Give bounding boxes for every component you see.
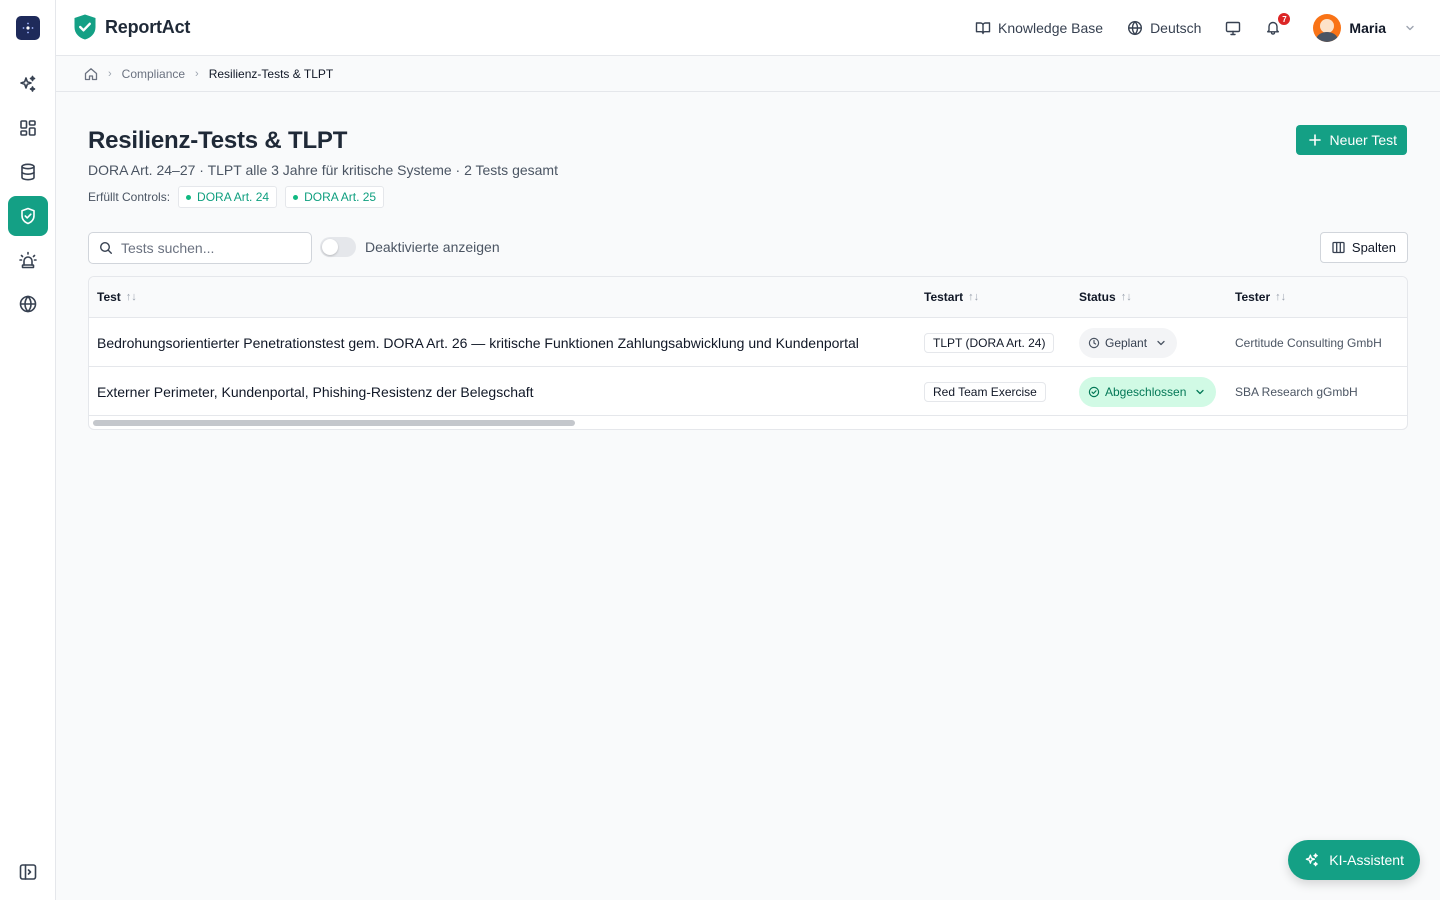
column-header-test[interactable]: Test ↑↓ xyxy=(97,290,137,304)
breadcrumb-compliance[interactable]: Compliance xyxy=(122,67,185,81)
columns-label: Spalten xyxy=(1351,240,1396,255)
sidebar-item-dashboard[interactable] xyxy=(8,108,48,148)
panel-toggle-icon xyxy=(19,864,37,880)
table-row[interactable]: Bedrohungsorientierter Penetrationstest … xyxy=(89,318,1407,367)
column-header-status[interactable]: Status ↑↓ xyxy=(1079,290,1132,304)
book-icon xyxy=(975,22,991,35)
top-bar: ReportAct Knowledge Base Deutsch 7 Maria xyxy=(56,0,1440,56)
sidebar-item-compliance[interactable] xyxy=(8,196,48,236)
show-inactive-label: Deaktivierte anzeigen xyxy=(365,239,500,255)
control-chip-dora-24[interactable]: DORA Art. 24 xyxy=(178,186,278,208)
test-name[interactable]: Bedrohungsorientierter Penetrationstest … xyxy=(97,318,859,367)
test-type-badge: Red Team Exercise xyxy=(924,381,1046,402)
brand-name: ReportAct xyxy=(105,16,191,37)
user-name: Maria xyxy=(1349,20,1386,36)
status-dropdown[interactable]: Geplant xyxy=(1079,327,1178,358)
fulfilled-controls: Erfüllt Controls: DORA Art. 24 DORA Art.… xyxy=(88,186,385,208)
avatar xyxy=(1313,14,1342,42)
chevron-down-icon xyxy=(1157,340,1165,345)
tests-table: Test ↑↓ Testart ↑↓ Status ↑↓ Tester ↑↓ Bedro… xyxy=(88,276,1408,430)
sidebar-rail xyxy=(0,0,56,900)
sort-icon: ↑↓ xyxy=(1120,291,1132,303)
dashboard-icon xyxy=(20,120,36,136)
test-name[interactable]: Externer Perimeter, Kundenportal, Phishi… xyxy=(97,367,534,416)
test-type-badge: TLPT (DORA Art. 24) xyxy=(924,332,1055,353)
table-header: Test ↑↓ Testart ↑↓ Status ↑↓ Tester ↑↓ xyxy=(89,277,1407,318)
sidebar-item-ai[interactable] xyxy=(8,64,48,104)
knowledge-base-link[interactable]: Knowledge Base xyxy=(975,20,1103,36)
ai-assistant-label: KI-Assistent xyxy=(1329,852,1404,868)
notifications-button[interactable]: 7 xyxy=(1265,12,1292,37)
home-icon[interactable] xyxy=(84,67,98,81)
table-row[interactable]: Externer Perimeter, Kundenportal, Phishi… xyxy=(89,367,1407,416)
workspace-logo[interactable] xyxy=(16,16,40,40)
search-box xyxy=(88,232,312,264)
status-label: Abgeschlossen xyxy=(1105,384,1187,399)
breadcrumb-current: Resilienz-Tests & TLPT xyxy=(208,66,334,81)
search-icon xyxy=(99,241,112,254)
plus-icon xyxy=(1308,134,1321,146)
sort-icon: ↑↓ xyxy=(968,291,980,303)
chevron-down-icon xyxy=(1406,25,1414,31)
status-dot xyxy=(293,194,299,200)
collapse-sidebar-button[interactable] xyxy=(16,860,40,884)
control-chip-label: DORA Art. 25 xyxy=(304,190,377,204)
sort-icon: ↑↓ xyxy=(125,291,137,303)
language-selector[interactable]: Deutsch xyxy=(1127,20,1201,36)
column-header-label: Testart xyxy=(924,290,964,304)
column-header-label: Status xyxy=(1079,290,1116,304)
brand[interactable]: ReportAct xyxy=(74,14,190,40)
columns-icon xyxy=(1332,241,1345,254)
sparkles-icon xyxy=(20,75,36,92)
database-icon xyxy=(21,163,35,181)
page-subtitle: DORA Art. 24–27 · TLPT alle 3 Jahre für … xyxy=(88,162,558,178)
status-dropdown[interactable]: Abgeschlossen xyxy=(1079,376,1217,407)
ai-assistant-button[interactable]: KI-Assistent xyxy=(1288,840,1420,880)
show-inactive-toggle-group: Deaktivierte anzeigen xyxy=(320,237,500,257)
sparkles-icon xyxy=(1306,853,1319,867)
sidebar-item-incidents[interactable] xyxy=(8,240,48,280)
brand-shield-icon xyxy=(74,14,96,40)
breadcrumb-separator: › xyxy=(195,67,199,80)
sort-icon: ↑↓ xyxy=(1275,291,1287,303)
check-circle-icon xyxy=(1088,386,1100,397)
control-chip-dora-25[interactable]: DORA Art. 25 xyxy=(285,186,385,208)
new-test-label: Neuer Test xyxy=(1329,132,1397,148)
globe-icon xyxy=(1128,20,1143,36)
atom-icon xyxy=(22,22,34,34)
monitor-icon xyxy=(1226,21,1241,36)
sidebar-item-global[interactable] xyxy=(8,284,48,324)
globe-icon xyxy=(19,295,37,313)
controls-label: Erfüllt Controls: xyxy=(88,190,171,204)
breadcrumb: › Compliance › Resilienz-Tests & TLPT xyxy=(56,56,1440,92)
knowledge-base-label: Knowledge Base xyxy=(997,20,1104,36)
column-header-label: Tester xyxy=(1235,290,1271,304)
search-input[interactable] xyxy=(121,240,301,256)
breadcrumb-separator: › xyxy=(108,67,112,80)
notification-count-badge: 7 xyxy=(1277,12,1292,26)
tester-name: SBA Research gGmbH xyxy=(1235,384,1358,399)
columns-button[interactable]: Spalten xyxy=(1319,232,1408,263)
page-title: Resilienz-Tests & TLPT xyxy=(88,127,348,154)
sidebar-item-data[interactable] xyxy=(8,152,48,192)
user-menu[interactable]: Maria xyxy=(1313,14,1416,42)
siren-icon xyxy=(19,251,37,269)
column-header-label: Test xyxy=(97,290,121,304)
column-header-type[interactable]: Testart ↑↓ xyxy=(924,290,979,304)
show-inactive-toggle[interactable] xyxy=(320,237,356,257)
new-test-button[interactable]: Neuer Test xyxy=(1295,125,1407,155)
shield-check-icon xyxy=(21,207,35,225)
display-button[interactable] xyxy=(1225,20,1241,36)
tester-name: Certitude Consulting GmbH xyxy=(1235,335,1382,350)
status-dot xyxy=(186,194,192,200)
clock-icon xyxy=(1088,337,1100,348)
control-chip-label: DORA Art. 24 xyxy=(197,190,270,204)
column-header-tester[interactable]: Tester ↑↓ xyxy=(1235,290,1286,304)
language-label: Deutsch xyxy=(1150,20,1202,36)
horizontal-scrollbar[interactable] xyxy=(93,420,575,426)
status-label: Geplant xyxy=(1105,335,1148,350)
chevron-down-icon xyxy=(1196,389,1205,394)
